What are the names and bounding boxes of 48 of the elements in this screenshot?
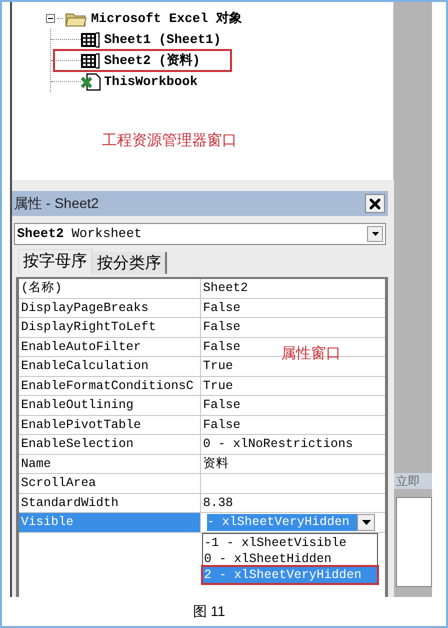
- workbook-icon: [81, 72, 101, 90]
- panel-title: 立即: [395, 474, 420, 488]
- collapse-toggle[interactable]: [46, 14, 55, 23]
- object-combo[interactable]: Sheet2 Worksheet: [14, 223, 386, 245]
- property-value: False: [203, 300, 241, 316]
- property-name[interactable]: EnableAutoFilter: [19, 338, 201, 356]
- folder-icon: [65, 10, 87, 26]
- property-name[interactable]: Name: [19, 454, 201, 473]
- dropdown-arrow-button[interactable]: [357, 514, 375, 531]
- property-value: False: [203, 319, 241, 336]
- property-value: Sheet2: [203, 280, 248, 297]
- dropdown-option[interactable]: -1 - xlSheetVisible: [203, 535, 377, 551]
- property-name[interactable]: EnableOutlining: [19, 396, 201, 414]
- property-name[interactable]: DisplayRightToLeft: [19, 318, 201, 336]
- window-title: 属性 - Sheet2: [14, 194, 99, 213]
- tab[interactable]: 按字母序: [18, 249, 93, 274]
- property-value: 资料: [203, 456, 229, 472]
- sheet-icon: [81, 32, 101, 48]
- annotation-text: 工程资源管理器窗口: [102, 131, 238, 151]
- property-value: 8.38: [203, 494, 234, 512]
- caret-icon: [362, 520, 370, 525]
- property-name[interactable]: EnablePivotTable: [19, 416, 201, 434]
- property-name[interactable]: (名称): [19, 279, 201, 298]
- property-value: 0 - xlNoRestrictions: [203, 436, 354, 453]
- property-value: False: [203, 397, 241, 414]
- close-icon: [367, 196, 383, 212]
- property-name[interactable]: ScrollArea: [19, 474, 201, 492]
- property-value: False: [203, 338, 241, 356]
- property-name[interactable]: StandardWidth: [19, 494, 201, 512]
- property-value: True: [203, 358, 234, 375]
- property-value: False: [203, 416, 241, 434]
- annotation-text: 属性窗口: [281, 344, 341, 364]
- dropdown-arrow-button[interactable]: [367, 226, 383, 242]
- tree-item[interactable]: ThisWorkbook: [104, 72, 198, 92]
- caret-icon: [372, 232, 378, 236]
- property-name[interactable]: EnableCalculation: [19, 357, 201, 376]
- property-value: True: [203, 378, 234, 394]
- property-name[interactable]: DisplayPageBreaks: [19, 298, 201, 317]
- tab[interactable]: 按分类序: [93, 252, 167, 274]
- tree-item[interactable]: Sheet1 (Sheet1): [104, 30, 222, 50]
- dropdown-option[interactable]: 0 - xlSheetHidden: [203, 551, 377, 567]
- tree-item[interactable]: Sheet2 (资料): [104, 50, 200, 70]
- sheet-icon: [81, 52, 101, 68]
- tree-item[interactable]: Microsoft Excel 对象: [91, 8, 242, 28]
- property-name[interactable]: EnableFormatConditionsC: [19, 376, 201, 395]
- close-button[interactable]: [365, 194, 385, 213]
- figure-caption: 图 11: [192, 602, 226, 621]
- property-name[interactable]: EnableSelection: [19, 435, 201, 454]
